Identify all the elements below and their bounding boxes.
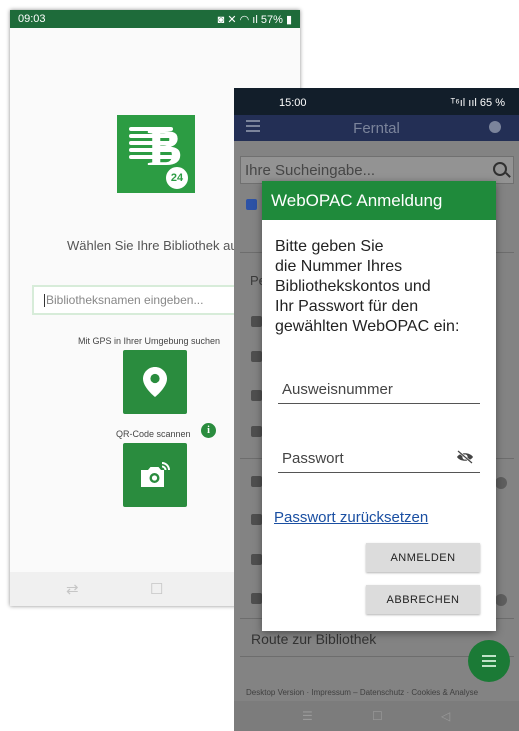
globe-icon[interactable] [489, 121, 501, 133]
list-item-icon [251, 316, 262, 327]
gps-search-label: Mit GPS in Ihrer Umgebung suchen [78, 336, 221, 346]
choose-library-text: Wählen Sie Ihre Bibliothek au [67, 238, 238, 253]
login-button[interactable]: ANMELDEN [366, 543, 480, 572]
status-bar: 15:00 ᵀ⁶ıl ııl 65 % [234, 88, 519, 115]
reset-password-link[interactable]: Passwort zurücksetzen [274, 509, 428, 526]
list-arrow-icon[interactable] [495, 477, 507, 489]
b24-logo: B 24 [117, 115, 195, 193]
search-placeholder: Ihre Sucheingabe... [245, 162, 376, 179]
card-number-input[interactable] [278, 381, 480, 404]
route-to-library-link[interactable]: Route zur Bibliothek [251, 631, 376, 647]
qr-scan-button[interactable] [123, 443, 187, 507]
info-icon[interactable]: i [201, 423, 216, 438]
dialog-message-line: gewählten WebOPAC ein: [275, 318, 460, 335]
back-icon[interactable]: ◁ [441, 709, 450, 723]
dialog-message: Bitte geben Sie die Nummer Ihres Bibliot… [275, 237, 459, 337]
status-signal-battery: ᵀ⁶ıl ııl 65 % [450, 97, 505, 109]
status-time: 09:03 [18, 13, 46, 25]
text-cursor [44, 294, 45, 308]
status-battery: ◙ ✕ ◠ ıl 57% ▮ [217, 13, 292, 26]
recent-apps-icon[interactable]: ⇄ [66, 580, 79, 598]
card-number-field-wrap [278, 381, 480, 404]
menu-fab-button[interactable] [468, 640, 510, 682]
status-time: 15:00 [279, 97, 307, 109]
cancel-button[interactable]: ABBRECHEN [366, 585, 480, 614]
list-arrow-icon[interactable] [495, 594, 507, 606]
gps-search-button[interactable] [123, 350, 187, 414]
footer-links[interactable]: Desktop Version · Impressum – Datenschut… [246, 688, 478, 697]
app-bar: Ferntal [234, 115, 519, 141]
library-search-placeholder: Bibliotheksnamen eingeben... [46, 293, 204, 307]
camera-icon [141, 462, 170, 487]
dialog-message-line: Ihr Passwort für den [275, 298, 419, 315]
catalog-search-input[interactable]: Ihre Sucheingabe... [240, 156, 514, 184]
list-item-icon [251, 390, 262, 401]
person-icon [251, 554, 262, 565]
home-icon[interactable]: ☐ [150, 580, 163, 598]
recent-apps-icon[interactable]: ☰ [302, 709, 313, 723]
password-field-wrap [278, 450, 480, 473]
home-icon[interactable]: ☐ [372, 709, 383, 723]
qr-scan-label: QR-Code scannen [116, 429, 191, 439]
toggle-visibility-icon[interactable] [456, 450, 474, 464]
filter-checkbox[interactable] [246, 199, 257, 210]
login-dialog: WebOPAC Anmeldung Bitte geben Sie die Nu… [262, 181, 496, 631]
status-bar: 09:03 ◙ ✕ ◠ ıl 57% ▮ [10, 10, 300, 28]
logo-badge: 24 [164, 165, 190, 191]
search-icon[interactable] [493, 162, 507, 176]
battery-level: 57% [260, 13, 283, 26]
globe-small-icon [251, 593, 262, 604]
list-item-icon [251, 476, 262, 487]
dialog-title: WebOPAC Anmeldung [262, 181, 496, 220]
list-item-icon [251, 351, 262, 362]
password-input[interactable] [278, 450, 480, 473]
navigation-bar: ☰ ☐ ◁ [234, 701, 519, 731]
calendar-icon [251, 514, 262, 525]
app-title: Ferntal [353, 120, 400, 137]
dialog-message-line: Bibliothekskontos und [275, 278, 431, 295]
dialog-message-line: Bitte geben Sie [275, 238, 384, 255]
signal-icons: ◙ ✕ ◠ ıl [217, 13, 261, 26]
list-item-icon [251, 426, 262, 437]
dialog-message-line: die Nummer Ihres [275, 258, 403, 275]
location-pin-icon [143, 367, 167, 397]
